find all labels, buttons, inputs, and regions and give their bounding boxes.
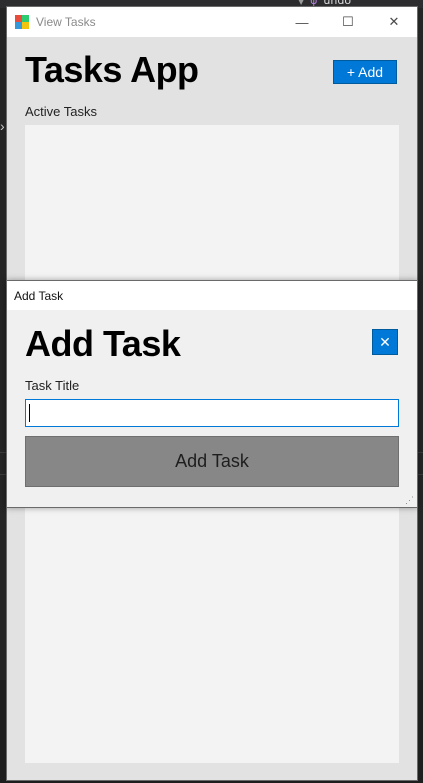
minimize-icon[interactable]: — [279, 7, 325, 37]
page-title: Tasks App [25, 49, 199, 90]
maximize-icon[interactable]: ☐ [325, 7, 371, 37]
dialog-close-button[interactable]: ✕ [372, 329, 398, 355]
add-task-button[interactable]: + Add [333, 60, 397, 84]
resize-grip-icon[interactable]: ⋰ [405, 495, 415, 505]
add-task-dialog: Add Task Add Task ✕ Task Title Add Task … [6, 280, 418, 508]
window-title: View Tasks [36, 15, 96, 29]
add-task-submit-button[interactable]: Add Task [25, 436, 399, 487]
dialog-titlebar[interactable]: Add Task [7, 281, 417, 310]
chevron-right-icon: › [0, 118, 5, 134]
dialog-heading: Add Task [25, 323, 181, 364]
task-title-input[interactable] [25, 399, 399, 427]
close-icon: ✕ [379, 333, 391, 350]
window-controls: — ☐ ✕ [279, 7, 417, 37]
active-tasks-label: Active Tasks [25, 104, 98, 119]
dialog-title: Add Task [14, 288, 64, 303]
app-icon [15, 15, 29, 29]
window-titlebar[interactable]: View Tasks — ☐ ✕ [7, 7, 417, 37]
task-title-label: Task Title [25, 378, 80, 393]
text-caret [29, 404, 30, 422]
close-icon[interactable]: ✕ [371, 7, 417, 37]
